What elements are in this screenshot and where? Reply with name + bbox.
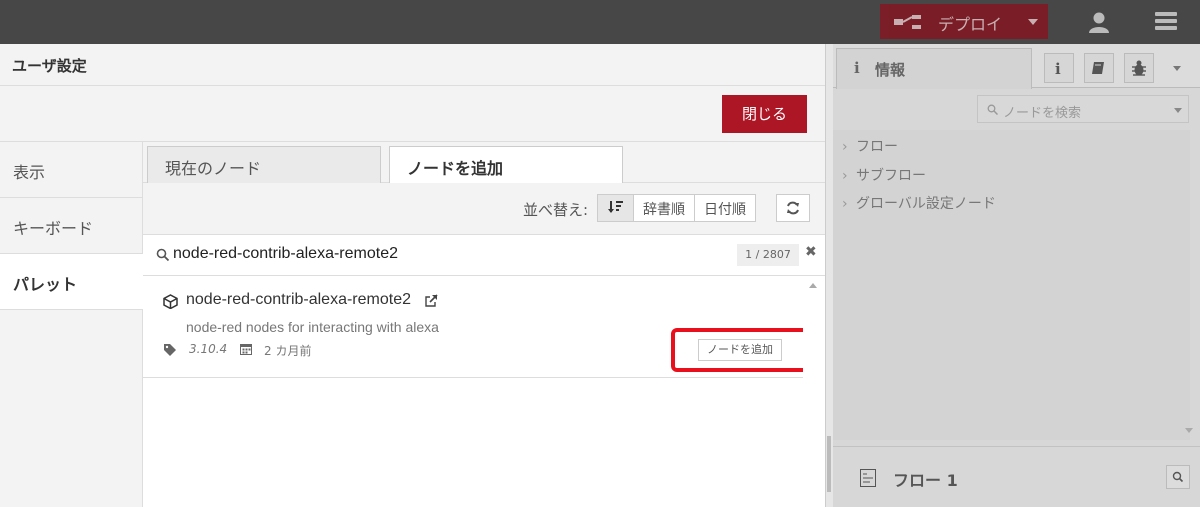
close-button[interactable]: 閉じる [722, 95, 807, 133]
right-sidebar: i 情報 i ノードを検索 › フロー › サブフロー › グローバル設定ノード… [833, 44, 1200, 507]
highlight-annotation [671, 328, 814, 372]
node-updated: 2 カ月前 [264, 344, 312, 358]
side-tab-view[interactable]: 表示 [0, 142, 143, 198]
dialog-button-bar: 閉じる [0, 86, 825, 142]
sort-icon [608, 201, 623, 213]
sort-date-button[interactable]: 日付順 [695, 195, 755, 221]
settings-side-tabs: 表示 キーボード パレット [0, 142, 144, 507]
result-count-badge: 1 / 2807 [737, 244, 799, 266]
palette-tabbar: 現在のノード ノードを追加 [143, 142, 825, 184]
clear-search-icon[interactable]: ✖ [805, 244, 817, 260]
external-link-icon[interactable] [425, 294, 438, 307]
search-placeholder: ノードを検索 [1003, 106, 1082, 121]
dialog-title: ユーザ設定 [12, 57, 87, 75]
calendar-icon [240, 344, 252, 355]
hamburger-menu-icon[interactable] [1155, 12, 1177, 32]
svg-text:i: i [1055, 60, 1061, 78]
side-tab-palette[interactable]: パレット [0, 254, 144, 310]
chevron-right-icon: › [842, 196, 848, 212]
flow-label: フロー 1 [893, 471, 958, 490]
search-icon [1172, 471, 1184, 483]
info-panel-body: ノードを検索 › フロー › サブフロー › グローバル設定ノード [833, 95, 1190, 440]
user-icon[interactable] [1088, 11, 1110, 33]
tree-item-global-config[interactable]: › グローバル設定ノード [842, 193, 996, 213]
search-input[interactable]: node-red-contrib-alexa-remote2 [173, 245, 398, 263]
node-description: node-red nodes for interacting with alex… [186, 319, 439, 335]
refresh-icon [787, 201, 799, 215]
node-name: node-red-contrib-alexa-remote2 [186, 291, 411, 308]
sort-alpha-button[interactable]: 辞書順 [634, 195, 695, 221]
sort-button-group: 辞書順 日付順 [597, 194, 756, 222]
sort-relevance-button[interactable] [598, 195, 634, 221]
palette-content: 現在のノード ノードを追加 並べ替え: 辞書順 日付順 node-red-con… [143, 142, 825, 507]
dialog-title-bar: ユーザ設定 [0, 44, 825, 86]
result-list-item: node-red-contrib-alexa-remote2 node-red … [143, 276, 814, 378]
debug-button[interactable] [1124, 53, 1154, 83]
bug-icon [1132, 60, 1146, 76]
tree-item-flows[interactable]: › フロー [842, 136, 898, 156]
search-icon [987, 104, 998, 115]
tab-install-nodes[interactable]: ノードを追加 [389, 146, 623, 184]
chevron-right-icon: › [842, 168, 848, 184]
search-icon [156, 248, 170, 262]
top-header: デプロイ [0, 0, 1200, 44]
refresh-button[interactable] [776, 194, 810, 222]
tree-item-label: グローバル設定ノード [856, 196, 996, 212]
search-caret-icon[interactable] [1174, 108, 1182, 113]
cube-icon [163, 294, 178, 309]
tag-icon [164, 344, 176, 356]
scroll-up-icon[interactable] [809, 283, 817, 288]
info-i-icon: i [1055, 60, 1061, 78]
info-button[interactable]: i [1044, 53, 1074, 83]
tree-item-label: サブフロー [856, 168, 926, 184]
side-tab-keyboard[interactable]: キーボード [0, 198, 143, 254]
sort-bar: 並べ替え: 辞書順 日付順 [143, 183, 825, 235]
flow-search-button[interactable] [1166, 465, 1190, 489]
user-settings-dialog: ユーザ設定 閉じる 表示 キーボード パレット 現在のノード ノードを追加 並べ… [0, 44, 825, 507]
node-version: 3.10.4 [189, 342, 228, 356]
info-icon: i [854, 59, 860, 77]
deploy-label: デプロイ [938, 15, 1003, 34]
sidebar-menu-caret-icon[interactable] [1173, 66, 1181, 71]
book-icon [1092, 62, 1104, 74]
tree-item-label: フロー [856, 139, 898, 155]
sidebar-separator[interactable] [825, 44, 833, 507]
deploy-caret-icon[interactable] [1028, 19, 1038, 25]
node-search-input[interactable]: ノードを検索 [977, 95, 1189, 123]
separator-grip[interactable] [827, 436, 831, 492]
sidebar-tabbar: i 情報 i [833, 44, 1200, 89]
scroll-down-icon[interactable] [1185, 428, 1193, 433]
tree-item-subflows[interactable]: › サブフロー [842, 165, 926, 185]
info-tab-label: 情報 [875, 61, 906, 79]
result-scrollbar[interactable] [803, 276, 825, 507]
sort-label: 並べ替え: [523, 201, 589, 219]
help-button[interactable] [1084, 53, 1114, 83]
tab-current-nodes[interactable]: 現在のノード [147, 146, 381, 184]
deploy-button[interactable]: デプロイ [880, 4, 1048, 39]
tab-info[interactable]: i 情報 [836, 48, 1032, 89]
sidebar-footer: フロー 1 [833, 446, 1200, 507]
chevron-right-icon: › [842, 139, 848, 155]
node-search-bar: node-red-contrib-alexa-remote2 1 / 2807 … [143, 235, 825, 276]
deploy-icon [894, 15, 921, 29]
flow-icon [860, 469, 876, 487]
